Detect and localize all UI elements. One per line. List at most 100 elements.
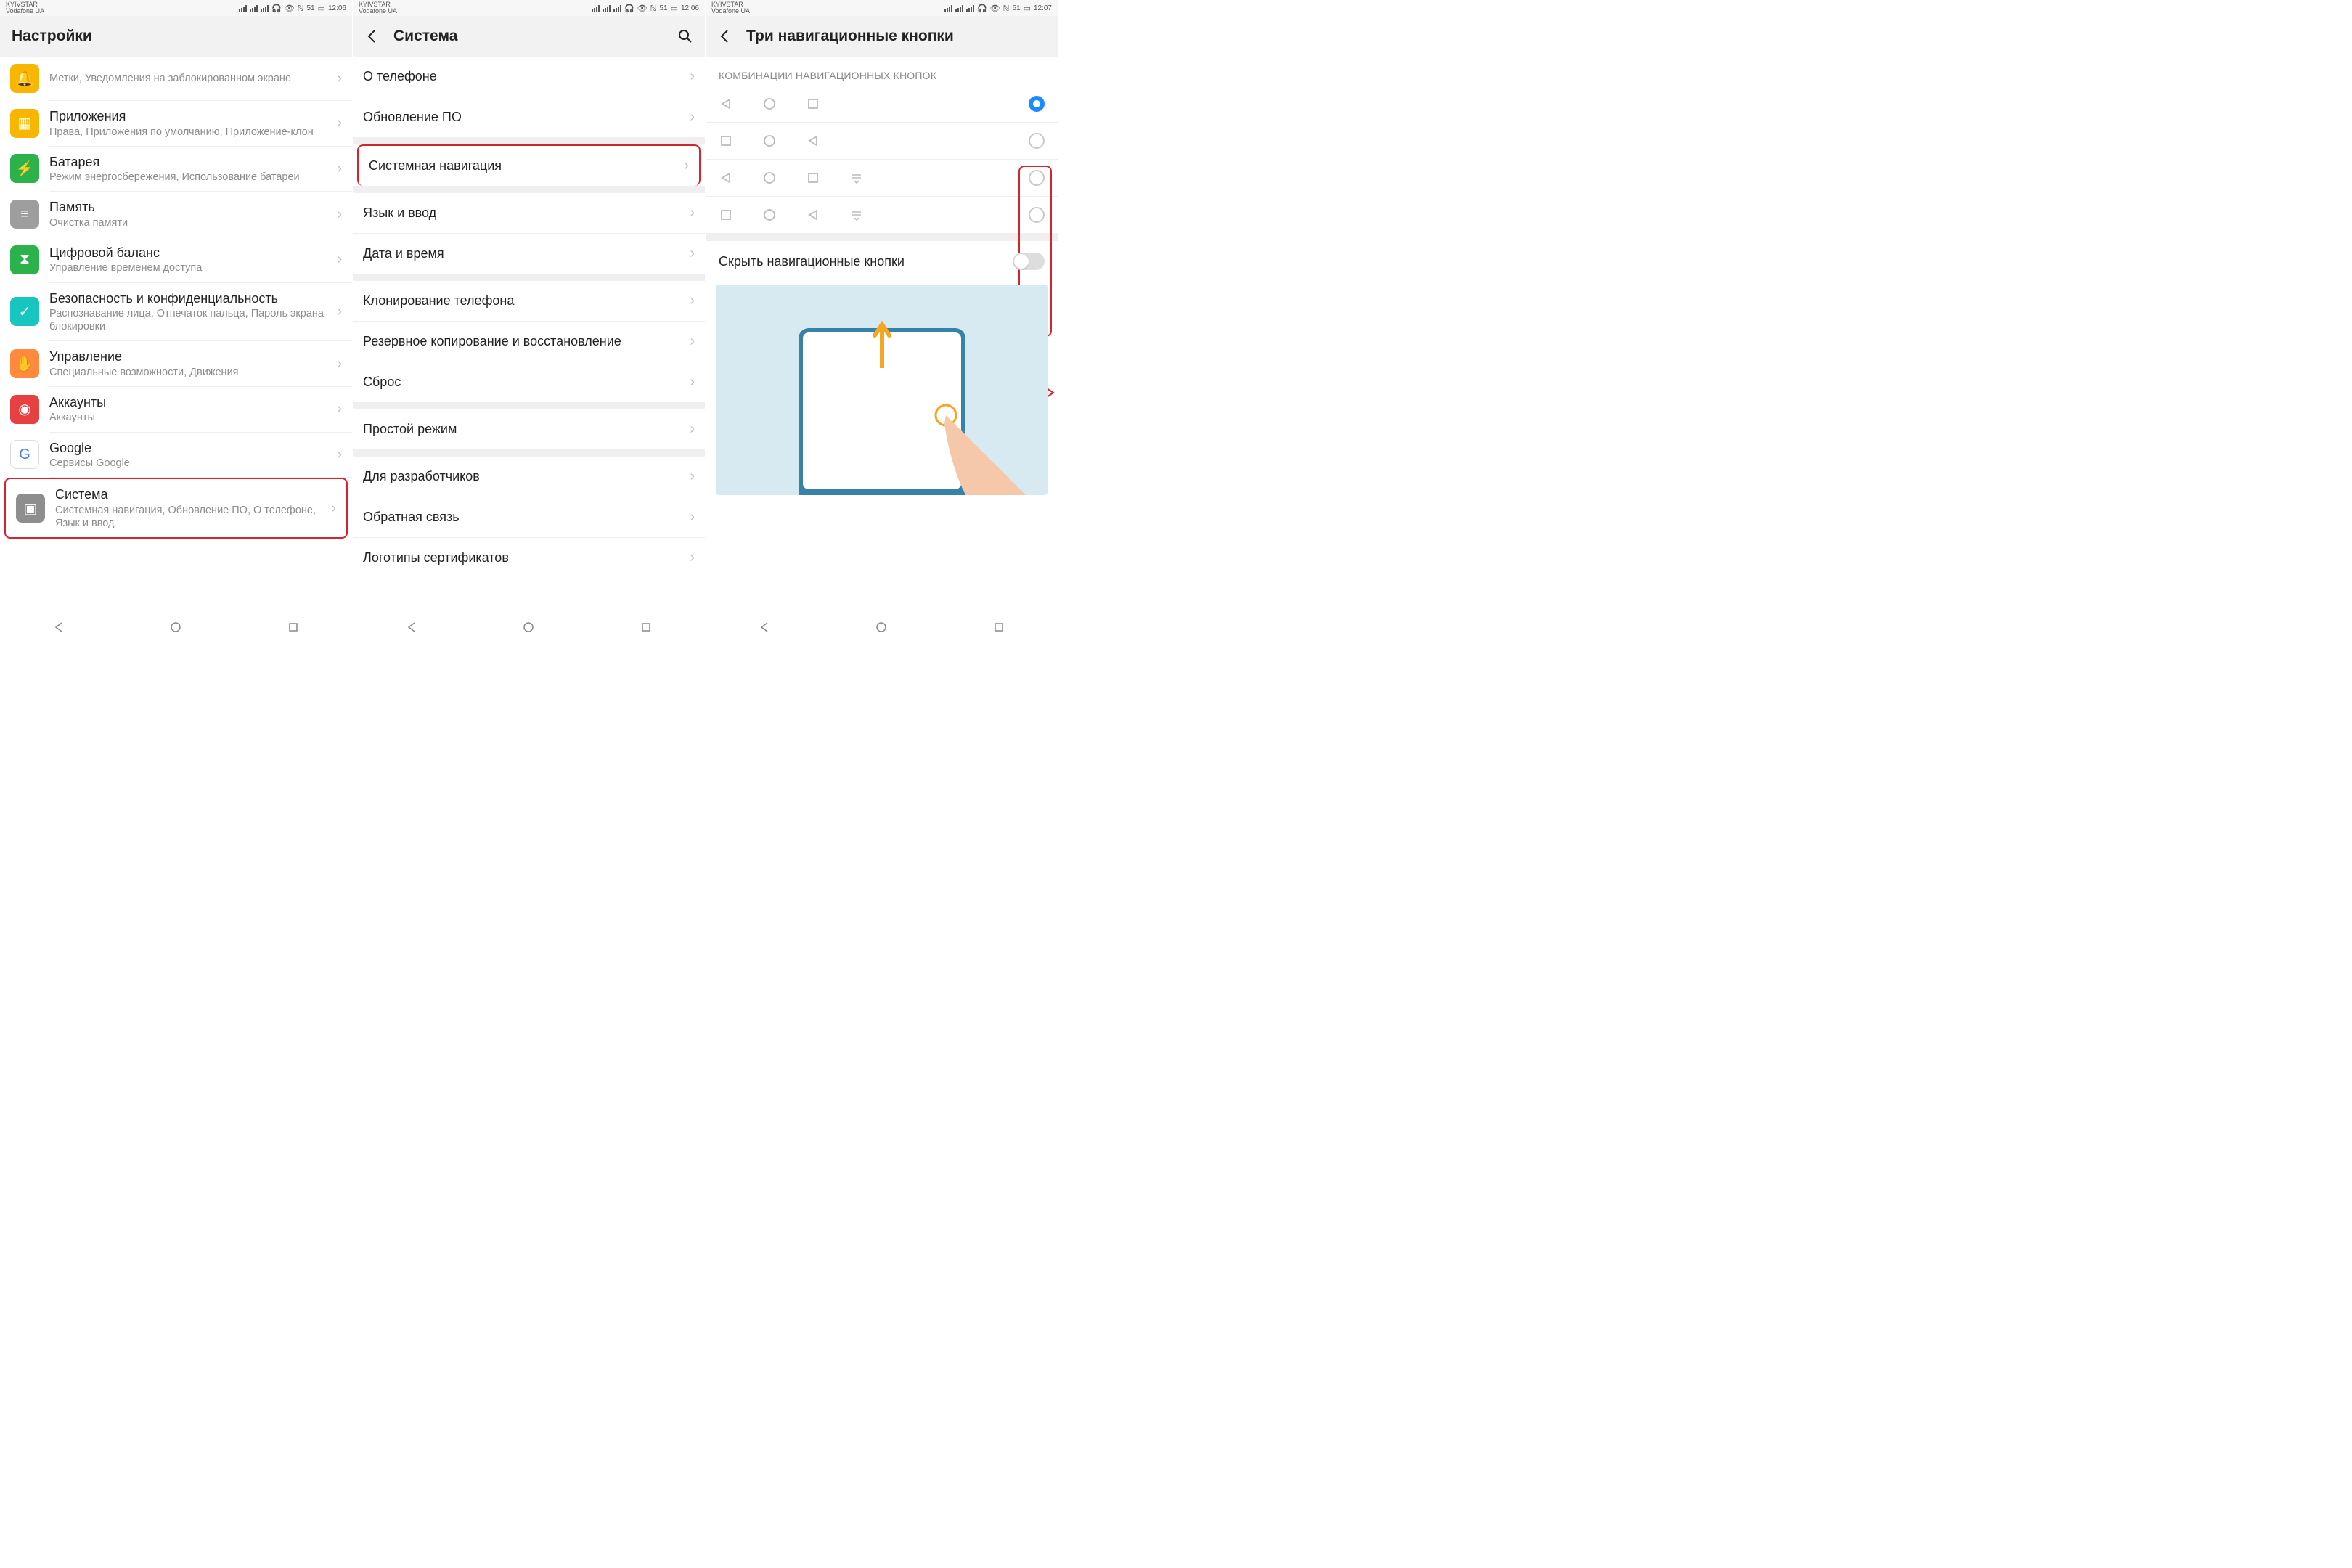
system-row[interactable]: О телефоне› xyxy=(353,57,705,97)
signal-icon xyxy=(944,4,952,12)
system-row[interactable]: Обновление ПО› xyxy=(353,97,705,137)
clock: 12:07 xyxy=(1034,4,1052,12)
row-icon: ▦ xyxy=(10,109,39,138)
settings-row[interactable]: ▦ Приложения Права, Приложения по умолча… xyxy=(0,101,352,146)
chevron-icon: › xyxy=(684,68,695,85)
chevron-icon: › xyxy=(331,115,342,131)
system-row[interactable]: Дата и время› xyxy=(353,234,705,274)
row-icon: ≡ xyxy=(10,200,39,229)
row-title: Резервное копирование и восстановление xyxy=(363,333,684,350)
settings-row[interactable]: ✓ Безопасность и конфиденциальность Расп… xyxy=(0,283,352,341)
recent-icon[interactable] xyxy=(993,621,1005,633)
radio-button[interactable] xyxy=(1029,207,1045,223)
row-subtitle: Метки, Уведомления на заблокированном эк… xyxy=(49,72,331,85)
chevron-icon: › xyxy=(684,421,695,438)
system-row[interactable]: Для разработчиков› xyxy=(353,457,705,497)
settings-row[interactable]: ⚡ Батарея Режим энергосбережения, Исполь… xyxy=(0,147,352,192)
row-icon: 🔔 xyxy=(10,64,39,93)
chevron-icon: › xyxy=(684,550,695,566)
system-row[interactable]: Простой режим› xyxy=(353,409,705,449)
nav-combo-row[interactable] xyxy=(706,123,1058,160)
sq-icon xyxy=(719,134,733,148)
search-icon[interactable] xyxy=(677,28,693,44)
settings-row[interactable]: G Google Сервисы Google › xyxy=(0,433,352,478)
row-subtitle: Режим энергосбережения, Использование ба… xyxy=(49,171,331,184)
system-row[interactable]: Язык и ввод› xyxy=(353,193,705,234)
chevron-icon: › xyxy=(331,401,342,417)
settings-row[interactable]: 🔔 Метки, Уведомления на заблокированном … xyxy=(0,57,352,100)
signal-icon xyxy=(603,4,611,12)
row-title: Обновление ПО xyxy=(363,109,684,126)
row-title: Приложения xyxy=(49,108,331,125)
nav-combo-row[interactable] xyxy=(706,160,1058,197)
nfc-icon: ℕ xyxy=(298,4,304,13)
settings-row[interactable]: ▣ Система Системная навигация, Обновлени… xyxy=(4,478,348,539)
system-row[interactable]: Обратная связь› xyxy=(353,497,705,538)
radio-button[interactable] xyxy=(1029,96,1045,112)
home-icon[interactable] xyxy=(170,621,181,633)
row-icon: G xyxy=(10,440,39,469)
radio-button[interactable] xyxy=(1029,133,1045,149)
chevron-icon: › xyxy=(684,245,695,262)
clock: 12:06 xyxy=(681,4,699,12)
row-title: Язык и ввод xyxy=(363,205,684,221)
hide-nav-row[interactable]: Скрыть навигационные кнопки xyxy=(706,241,1058,282)
circ-icon xyxy=(762,97,777,111)
system-row[interactable]: Системная навигация› xyxy=(357,144,701,186)
nav-combo-row[interactable] xyxy=(706,197,1058,234)
row-icon: ✓ xyxy=(10,297,39,326)
chevron-icon: › xyxy=(684,333,695,350)
system-row[interactable]: Сброс› xyxy=(353,362,705,402)
hide-nav-label: Скрыть навигационные кнопки xyxy=(719,253,1013,270)
settings-row[interactable]: ≡ Память Очистка памяти › xyxy=(0,192,352,237)
recent-icon[interactable] xyxy=(640,621,652,633)
system-row[interactable]: Резервное копирование и восстановление› xyxy=(353,322,705,362)
battery-icon: ▭ xyxy=(1024,4,1031,13)
tri-icon xyxy=(719,171,733,185)
signal-icon xyxy=(239,4,247,12)
row-icon: ◉ xyxy=(10,395,39,424)
recent-icon[interactable] xyxy=(287,621,299,633)
row-subtitle: Системная навигация, Обновление ПО, О те… xyxy=(55,504,325,530)
chevron-icon: › xyxy=(331,251,342,268)
nfc-icon: ℕ xyxy=(650,4,657,13)
radio-button[interactable] xyxy=(1029,170,1045,186)
chevron-icon: › xyxy=(331,446,342,463)
back-icon[interactable] xyxy=(759,621,770,633)
clock: 12:06 xyxy=(328,4,346,12)
chevron-icon: › xyxy=(684,509,695,526)
headphones-icon: 🎧 xyxy=(977,4,987,13)
back-button[interactable] xyxy=(364,28,380,44)
home-icon[interactable] xyxy=(523,621,534,633)
row-icon: ⚡ xyxy=(10,154,39,183)
back-icon[interactable] xyxy=(53,621,65,633)
home-icon[interactable] xyxy=(875,621,887,633)
system-row[interactable]: Клонирование телефона› xyxy=(353,281,705,322)
eye-icon: 👁 xyxy=(285,4,295,13)
tri-icon xyxy=(806,134,820,148)
status-bar: KYIVSTAR Vodafone UA 🎧 👁 ℕ 51 ▭ 12:06 xyxy=(0,0,352,16)
system-row[interactable]: Логотипы сертификатов› xyxy=(353,538,705,578)
eye-icon: 👁 xyxy=(990,4,1000,13)
headphones-icon: 🎧 xyxy=(624,4,634,13)
row-subtitle: Специальные возможности, Движения xyxy=(49,366,331,379)
hand-icon xyxy=(917,401,1026,495)
row-title: Сброс xyxy=(363,374,684,391)
page-title: Система xyxy=(393,28,457,45)
row-title: Дата и время xyxy=(363,245,684,262)
settings-row[interactable]: ✋ Управление Специальные возможности, Дв… xyxy=(0,341,352,386)
settings-row[interactable]: ⧗ Цифровой баланс Управление временем до… xyxy=(0,237,352,282)
back-icon[interactable] xyxy=(406,621,417,633)
back-button[interactable] xyxy=(717,28,733,44)
nav-combo-row[interactable] xyxy=(706,86,1058,123)
row-title: Система xyxy=(55,486,325,503)
sq-icon xyxy=(719,208,733,222)
eye-icon: 👁 xyxy=(637,4,648,13)
battery-label: 51 xyxy=(306,4,314,12)
sq-icon xyxy=(806,171,820,185)
signal-icon xyxy=(250,4,258,12)
nfc-icon: ℕ xyxy=(1003,4,1010,13)
toggle-switch[interactable] xyxy=(1013,253,1045,270)
settings-row[interactable]: ◉ Аккаунты Аккаунты › xyxy=(0,387,352,432)
row-subtitle: Аккаунты xyxy=(49,411,331,424)
